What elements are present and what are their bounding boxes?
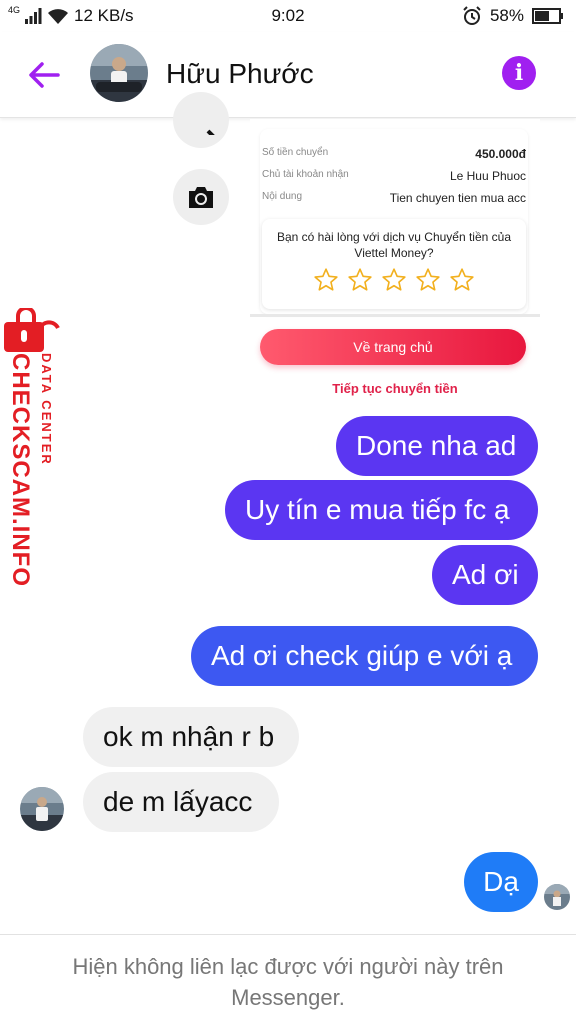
message-text: Done nha ad xyxy=(356,430,517,461)
amount-label: Số tiền chuyển xyxy=(262,147,329,158)
message-bubble[interactable]: Dạ xyxy=(464,852,538,912)
contact-avatar[interactable] xyxy=(90,44,148,102)
star-icon[interactable] xyxy=(347,267,373,293)
message-text: de m lấyacc xyxy=(103,786,253,817)
survey-question: Bạn có hài lòng với dịch vụ Chuyển tiền … xyxy=(276,230,511,260)
amount-value: 450.000đ xyxy=(475,147,526,161)
star-icon[interactable] xyxy=(313,267,339,293)
message-bubble[interactable]: de m lấyacc xyxy=(83,772,279,832)
watermark-lock-icon xyxy=(4,306,60,354)
camera-button[interactable] xyxy=(173,169,229,225)
holder-label: Chủ tài khoản nhận xyxy=(262,169,349,180)
holder-value: Le Huu Phuoc xyxy=(449,169,526,183)
battery-percent: 58% xyxy=(489,6,524,25)
rating-stars xyxy=(262,267,526,293)
unavailable-notice: Hiện không liên lạc được với người này t… xyxy=(0,934,576,1024)
satisfaction-survey: Bạn có hài lòng với dịch vụ Chuyển tiền … xyxy=(262,219,526,309)
info-button[interactable]: i xyxy=(502,56,536,90)
watermark-subtitle: DATA CENTER xyxy=(39,353,54,466)
alarm-icon xyxy=(463,6,481,25)
star-icon[interactable] xyxy=(381,267,407,293)
message-text: Ad ơi check giúp e với ạ xyxy=(211,640,513,671)
content-label: Nội dung xyxy=(262,191,303,202)
message-bubble[interactable]: Ad ơi xyxy=(432,545,538,605)
back-arrow-icon xyxy=(29,62,60,88)
message-text: ok m nhận r b xyxy=(103,721,275,752)
message-bubble[interactable]: ok m nhận r b xyxy=(83,707,299,767)
shared-receipt-image[interactable]: Số tiền chuyển 450.000đ Chủ tài khoản nh… xyxy=(250,119,540,409)
star-icon[interactable] xyxy=(449,267,475,293)
star-icon[interactable] xyxy=(415,267,441,293)
mic-icon xyxy=(206,129,215,135)
receipt-card: Số tiền chuyển 450.000đ Chủ tài khoản nh… xyxy=(260,129,528,314)
avatar-photo xyxy=(90,44,148,102)
unavailable-notice-text: Hiện không liên lạc được với người này t… xyxy=(72,954,504,1010)
watermark-brand: CHECKSCAM.INFO xyxy=(7,353,34,587)
conversation-header: Hữu Phước i xyxy=(0,32,576,118)
continue-transfer-link[interactable]: Tiếp tục chuyển tiền xyxy=(250,381,540,396)
back-button[interactable] xyxy=(26,57,62,93)
message-bubble[interactable]: Uy tín e mua tiếp fc ạ xyxy=(225,480,538,540)
partial-tool-button[interactable] xyxy=(173,92,229,148)
seen-indicator-avatar xyxy=(544,884,570,910)
info-icon: i xyxy=(514,60,524,86)
status-bar: 4G 12 KB/s 9:02 58% xyxy=(0,0,576,32)
watermark: DATA CENTER CHECKSCAM.INFO xyxy=(0,353,54,613)
message-text: Ad ơi xyxy=(452,559,519,590)
contact-name[interactable]: Hữu Phước xyxy=(166,58,314,90)
content-value: Tien chuyen tien mua acc xyxy=(389,191,526,205)
avatar-photo xyxy=(20,787,64,831)
message-bubble[interactable]: Ad ơi check giúp e với ạ xyxy=(191,626,538,686)
camera-icon xyxy=(189,187,213,208)
sender-avatar[interactable] xyxy=(20,787,64,831)
message-text: Dạ xyxy=(483,866,519,897)
receipt-divider xyxy=(250,314,540,317)
message-text: Uy tín e mua tiếp fc ạ xyxy=(245,494,510,525)
status-right: 58% xyxy=(462,6,564,26)
home-button[interactable]: Về trang chủ xyxy=(260,329,526,365)
battery-icon xyxy=(532,8,563,24)
message-bubble[interactable]: Done nha ad xyxy=(336,416,538,476)
